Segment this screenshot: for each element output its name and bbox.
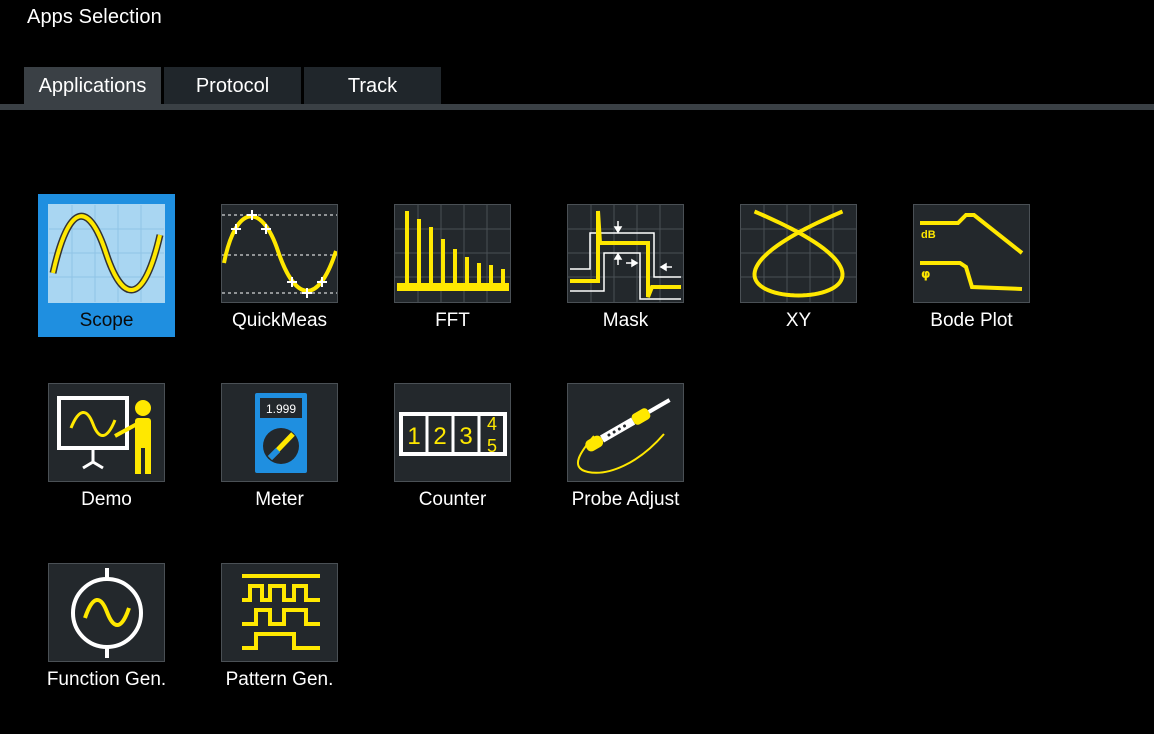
counter-digit-5: 5 bbox=[487, 436, 497, 456]
app-tile-demo[interactable]: Demo bbox=[38, 373, 175, 516]
counter-icon: 1 2 3 4 5 bbox=[394, 383, 511, 482]
pattern-gen-icon bbox=[221, 563, 338, 662]
mask-icon bbox=[567, 204, 684, 303]
counter-digit-3: 3 bbox=[459, 423, 472, 450]
bode-gain-label: dB bbox=[921, 229, 936, 241]
demo-icon bbox=[48, 383, 165, 482]
meter-icon: 1.999 bbox=[221, 383, 338, 482]
counter-digit-2: 2 bbox=[433, 423, 446, 450]
app-tile-probe-adjust[interactable]: Probe Adjust bbox=[557, 373, 694, 516]
app-label-mask: Mask bbox=[602, 310, 649, 331]
tab-protocol[interactable]: Protocol bbox=[164, 67, 301, 104]
counter-digit-4: 4 bbox=[487, 414, 497, 434]
tab-track[interactable]: Track bbox=[304, 67, 441, 104]
app-tile-bode-plot[interactable]: dB φ Bode Plot bbox=[903, 194, 1040, 337]
app-label-xy: XY bbox=[785, 310, 812, 331]
app-label-pattern-gen: Pattern Gen. bbox=[225, 669, 334, 690]
tab-bar-divider bbox=[0, 104, 1154, 110]
counter-digit-1: 1 bbox=[407, 423, 420, 450]
app-label-fft: FFT bbox=[435, 310, 470, 331]
app-tile-fft[interactable]: FFT bbox=[384, 194, 521, 337]
app-label-meter: Meter bbox=[255, 489, 304, 510]
bode-phase-label: φ bbox=[921, 267, 930, 281]
app-tile-function-gen[interactable]: Function Gen. bbox=[38, 553, 175, 696]
app-label-bode-plot: Bode Plot bbox=[930, 310, 1013, 331]
probe-adjust-icon bbox=[567, 383, 684, 482]
tab-applications[interactable]: Applications bbox=[24, 67, 161, 104]
fft-icon bbox=[394, 204, 511, 303]
app-tile-meter[interactable]: 1.999 Meter bbox=[211, 373, 348, 516]
xy-icon bbox=[740, 204, 857, 303]
app-tile-counter[interactable]: 1 2 3 4 5 Counter bbox=[384, 373, 521, 516]
bode-plot-icon: dB φ bbox=[913, 204, 1030, 303]
app-label-quickmeas: QuickMeas bbox=[231, 310, 328, 331]
app-label-demo: Demo bbox=[81, 489, 132, 510]
app-tile-scope[interactable]: Scope bbox=[38, 194, 175, 337]
app-label-probe-adjust: Probe Adjust bbox=[571, 489, 680, 510]
app-tile-xy[interactable]: XY bbox=[730, 194, 867, 337]
app-tile-quickmeas[interactable]: QuickMeas bbox=[211, 194, 348, 337]
scope-icon bbox=[48, 204, 165, 303]
app-tile-pattern-gen[interactable]: Pattern Gen. bbox=[211, 553, 348, 696]
app-label-scope: Scope bbox=[79, 310, 134, 331]
app-tile-mask[interactable]: Mask bbox=[557, 194, 694, 337]
meter-display-value: 1.999 bbox=[266, 402, 296, 416]
app-label-function-gen: Function Gen. bbox=[46, 669, 167, 690]
app-label-counter: Counter bbox=[418, 489, 487, 510]
function-gen-icon bbox=[48, 563, 165, 662]
window-title: Apps Selection bbox=[27, 6, 162, 28]
quickmeas-icon bbox=[221, 204, 338, 303]
